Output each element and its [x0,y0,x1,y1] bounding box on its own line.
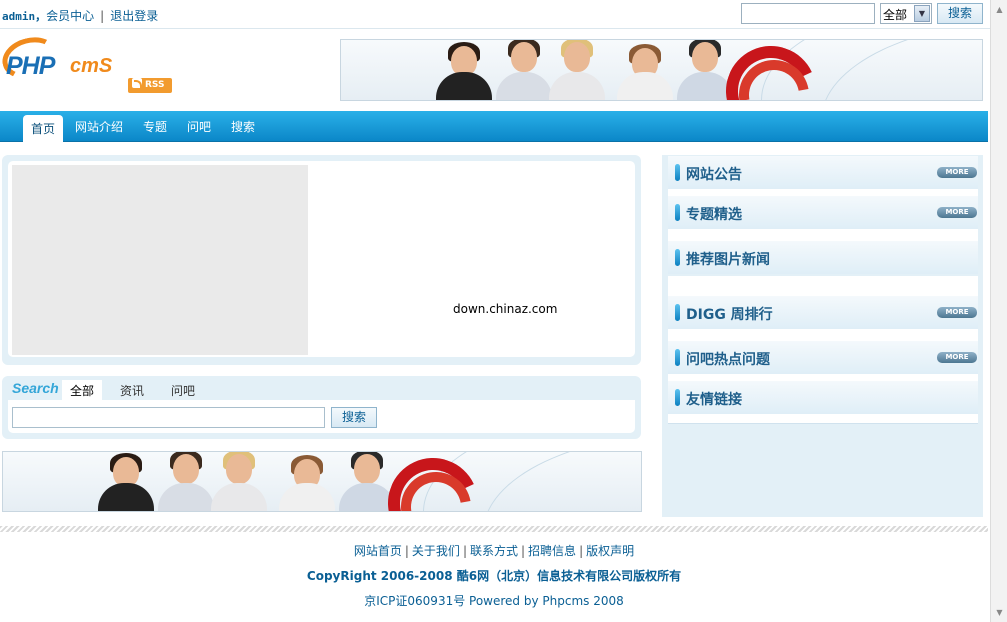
footer-separator: | [579,544,584,558]
nav-tab-search[interactable]: 搜索 [231,118,255,135]
phpcms-logo[interactable]: PHP cmS [0,31,122,88]
logo-php-text: PHP [6,52,55,80]
footer-link-contact[interactable]: 联系方式 [470,544,518,558]
banner-person [158,452,214,511]
banner-person [279,453,335,511]
footer-separator: | [404,544,409,558]
nav-tab-ask[interactable]: 问吧 [187,118,211,135]
search-scope-select[interactable]: 全部 ▼ [880,3,932,24]
link-separator: | [100,9,105,23]
search-title: Search [12,380,59,396]
box-photo-news: 推荐图片新闻 [668,241,978,274]
footer-separator: | [462,544,467,558]
slideshow-image[interactable] [12,165,308,355]
member-center-link[interactable]: 会员中心 [46,9,94,23]
box-announcements: 网站公告 MORE [668,156,978,189]
main-search-button[interactable]: 搜索 [331,407,377,428]
user-links: admin，会员中心 | 退出登录 [2,7,158,24]
footer-link-jobs[interactable]: 招聘信息 [528,544,576,558]
main-nav: 首页 网站介绍 专题 问吧 搜索 [0,111,988,142]
box-title: 专题精选 [686,207,742,223]
username: admin， [2,10,47,23]
rss-label: RSS [145,80,165,90]
banner-person [211,452,267,511]
search-tab-ask[interactable]: 问吧 [171,382,195,399]
nav-tab-about[interactable]: 网站介绍 [75,118,123,135]
banner-person [339,452,395,511]
rss-button[interactable]: RSS [128,78,172,93]
title-bar-icon [675,249,680,266]
title-bar-icon [675,304,680,321]
title-bar-icon [675,349,680,366]
page: admin，会员中心 | 退出登录 全部 ▼ 搜索 PHP cmS RSS 首页… [0,0,1007,622]
banner-person [496,40,552,100]
banner-person [549,40,605,100]
logo-cms-text: cmS [70,55,113,77]
chevron-down-icon[interactable]: ▼ [914,5,930,22]
box-title: 网站公告 [686,167,742,183]
box-body [668,414,978,424]
vertical-scrollbar[interactable]: ▲ ▼ [990,0,1007,622]
rss-icon [132,78,142,88]
footer-divider [0,526,988,532]
footer-link-about[interactable]: 关于我们 [412,544,460,558]
footer-copyright: CopyRight 2006-2008 酷6网（北京）信息技术有限公司版权所有 [306,569,682,583]
more-button[interactable]: MORE [937,307,977,318]
banner-person [617,42,673,100]
search-scope-value: 全部 [883,8,908,22]
box-featured-topics: 专题精选 MORE [668,196,978,229]
watermark-text: down.chinaz.com [453,302,558,316]
box-title: 推荐图片新闻 [686,252,770,268]
search-tab-news[interactable]: 资讯 [120,382,144,399]
banner-person [677,40,733,100]
nav-tab-topics[interactable]: 专题 [143,118,167,135]
box-hot-questions: 问吧热点问题 MORE [668,341,978,374]
search-tab-all[interactable]: 全部 [62,380,103,400]
box-title: 友情链接 [686,392,742,408]
top-search-button[interactable]: 搜索 [937,3,983,24]
more-button[interactable]: MORE [937,352,977,363]
more-button[interactable]: MORE [937,207,977,218]
title-bar-icon [675,204,680,221]
top-bar: admin，会员中心 | 退出登录 全部 ▼ 搜索 [0,0,990,29]
title-bar-icon [675,389,680,406]
banner-person [98,452,154,511]
box-title: 问吧热点问题 [686,352,770,368]
scroll-down-icon[interactable]: ▼ [992,605,1007,620]
box-title: DIGG 周排行 [686,307,773,323]
more-button[interactable]: MORE [937,167,977,178]
box-digg-ranking: DIGG 周排行 MORE [668,296,978,329]
main-search-input[interactable] [12,407,325,428]
footer-link-copyright[interactable]: 版权声明 [586,544,634,558]
box-body [668,276,978,298]
box-friend-links: 友情链接 [668,381,978,414]
nav-tab-home[interactable]: 首页 [23,115,64,142]
title-bar-icon [675,164,680,181]
footer-separator: | [521,544,526,558]
top-search-input[interactable] [741,3,875,24]
footer-link-home[interactable]: 网站首页 [354,544,402,558]
scroll-up-icon[interactable]: ▲ [992,2,1007,17]
logout-link[interactable]: 退出登录 [110,9,158,23]
banner-person [436,40,492,100]
header-banner[interactable] [340,39,983,101]
footer-links: 网站首页 | 关于我们 | 联系方式 | 招聘信息 | 版权声明 [0,542,988,559]
bottom-banner[interactable] [2,451,642,512]
footer-icp: 京ICP证060931号 Powered by Phpcms 2008 [364,594,624,608]
